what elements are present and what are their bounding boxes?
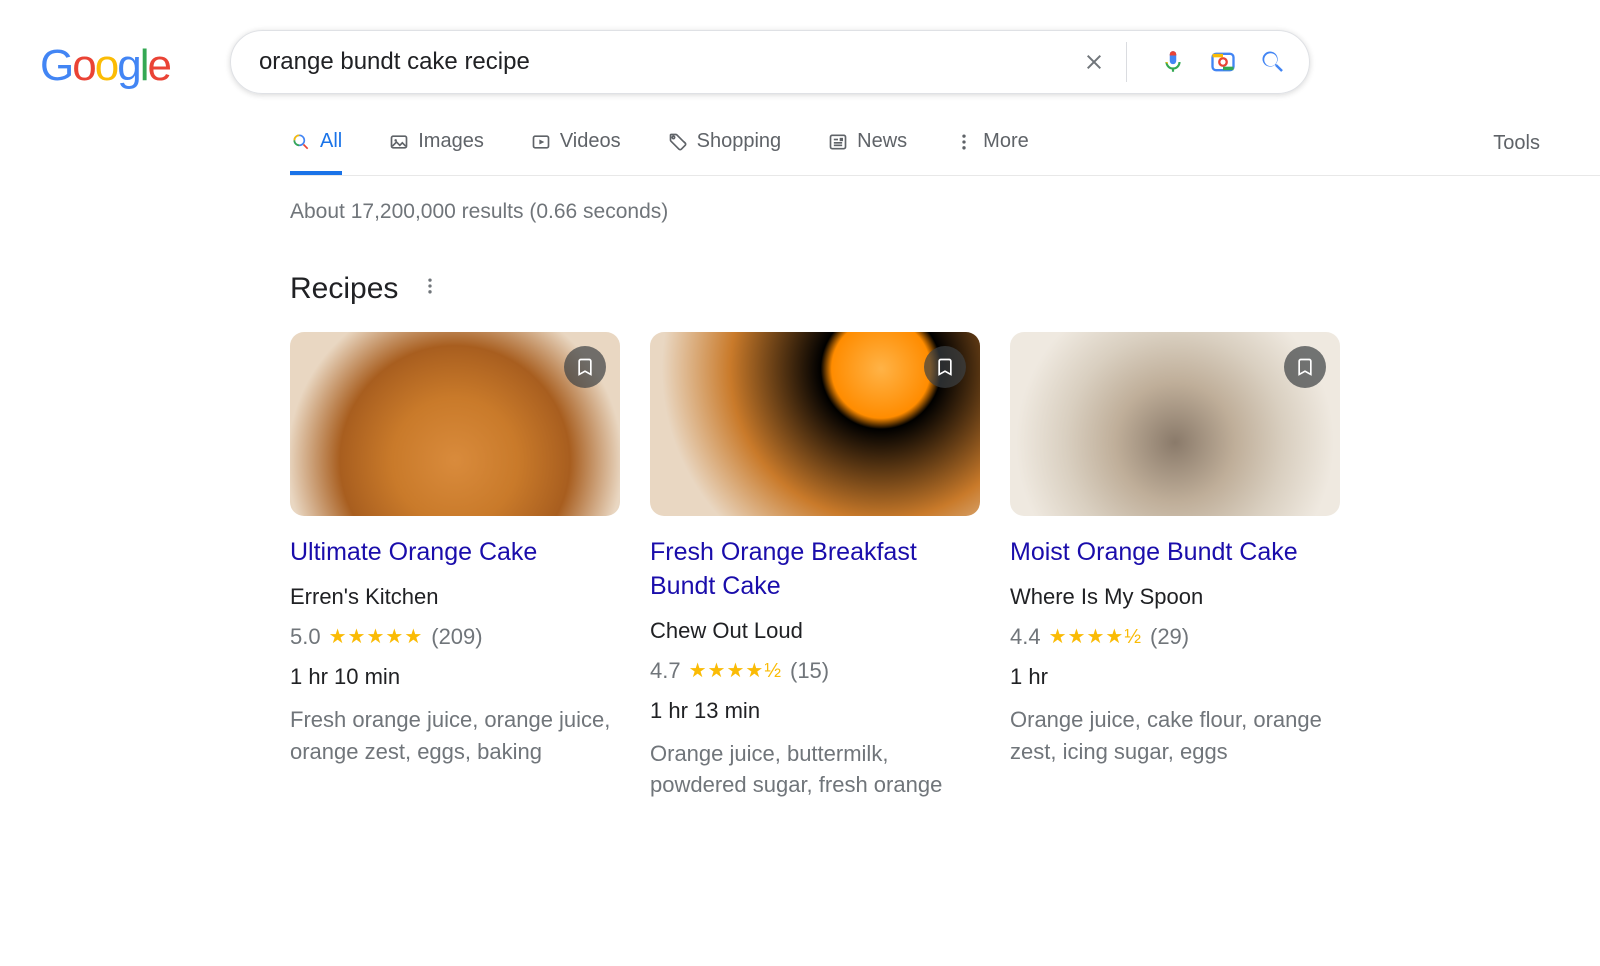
recipe-title[interactable]: Moist Orange Bundt Cake	[1010, 536, 1340, 570]
search-icon[interactable]	[1255, 44, 1291, 80]
rating-count: (29)	[1150, 624, 1189, 650]
tab-shopping[interactable]: Shopping	[667, 130, 782, 175]
tab-more[interactable]: More	[953, 130, 1029, 175]
recipe-card[interactable]: Moist Orange Bundt Cake Where Is My Spoo…	[1010, 332, 1340, 801]
rating-count: (15)	[790, 658, 829, 684]
tab-images[interactable]: Images	[388, 130, 484, 175]
tab-videos[interactable]: Videos	[530, 130, 621, 175]
recipe-time: 1 hr 10 min	[290, 664, 620, 690]
recipe-title[interactable]: Fresh Orange Breakfast Bundt Cake	[650, 536, 980, 604]
recipe-time: 1 hr 13 min	[650, 698, 980, 724]
rating-value: 4.7	[650, 658, 681, 684]
bookmark-icon[interactable]	[924, 346, 966, 388]
more-vertical-icon	[953, 131, 975, 153]
search-icon	[290, 131, 312, 153]
recipe-source: Erren's Kitchen	[290, 584, 620, 610]
search-bar	[230, 30, 1310, 94]
shopping-icon	[667, 131, 689, 153]
tab-news[interactable]: News	[827, 130, 907, 175]
rating-value: 4.4	[1010, 624, 1041, 650]
stars-icon: ★★★★½	[1049, 624, 1142, 649]
rating-value: 5.0	[290, 624, 321, 650]
image-search-icon[interactable]	[1205, 44, 1241, 80]
google-logo[interactable]: Google	[40, 33, 170, 91]
section-heading: Recipes	[290, 272, 398, 306]
images-icon	[388, 131, 410, 153]
search-input[interactable]	[259, 48, 1062, 76]
recipe-image[interactable]	[290, 332, 620, 516]
tab-label: Images	[418, 130, 484, 153]
voice-search-icon[interactable]	[1155, 44, 1191, 80]
tab-label: All	[320, 130, 342, 153]
recipes-row: Ultimate Orange Cake Erren's Kitchen 5.0…	[290, 332, 1600, 801]
recipe-rating: 4.4 ★★★★½ (29)	[1010, 624, 1340, 650]
tab-label: More	[983, 130, 1029, 153]
stars-icon: ★★★★½	[689, 658, 782, 683]
recipe-source: Where Is My Spoon	[1010, 584, 1340, 610]
news-icon	[827, 131, 849, 153]
recipe-ingredients: Fresh orange juice, orange juice, orange…	[290, 704, 620, 768]
recipe-card[interactable]: Fresh Orange Breakfast Bundt Cake Chew O…	[650, 332, 980, 801]
recipe-source: Chew Out Loud	[650, 618, 980, 644]
section-more-icon[interactable]	[420, 276, 440, 302]
clear-icon[interactable]	[1076, 44, 1112, 80]
recipe-card[interactable]: Ultimate Orange Cake Erren's Kitchen 5.0…	[290, 332, 620, 801]
recipe-title[interactable]: Ultimate Orange Cake	[290, 536, 620, 570]
result-stats: About 17,200,000 results (0.66 seconds)	[290, 200, 1600, 224]
tools-button[interactable]: Tools	[1493, 132, 1540, 173]
tab-all[interactable]: All	[290, 130, 342, 175]
bookmark-icon[interactable]	[564, 346, 606, 388]
recipe-rating: 5.0 ★★★★★ (209)	[290, 624, 620, 650]
recipe-image[interactable]	[1010, 332, 1340, 516]
tabs-row: All Images Videos Shopping News	[290, 130, 1600, 176]
stars-icon: ★★★★★	[329, 624, 424, 649]
tab-label: News	[857, 130, 907, 153]
recipe-time: 1 hr	[1010, 664, 1340, 690]
bookmark-icon[interactable]	[1284, 346, 1326, 388]
recipe-rating: 4.7 ★★★★½ (15)	[650, 658, 980, 684]
videos-icon	[530, 131, 552, 153]
tab-label: Shopping	[697, 130, 782, 153]
recipe-ingredients: Orange juice, buttermilk, powdered sugar…	[650, 738, 980, 802]
recipe-ingredients: Orange juice, cake flour, orange zest, i…	[1010, 704, 1340, 768]
search-divider	[1126, 42, 1127, 82]
recipe-image[interactable]	[650, 332, 980, 516]
rating-count: (209)	[431, 624, 482, 650]
tab-label: Videos	[560, 130, 621, 153]
